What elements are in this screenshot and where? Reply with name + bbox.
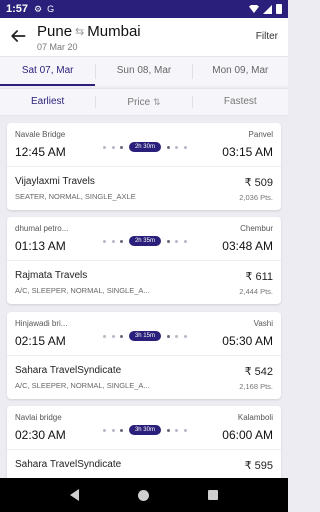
nav-recents-icon[interactable]	[208, 490, 219, 500]
operator-name: Sahara TravelSyndicate	[15, 365, 122, 376]
boarding-point: Hinjawadi bri...	[15, 319, 68, 328]
from-city: Pune	[37, 23, 73, 40]
duration-badge: 2h 35m	[128, 236, 161, 246]
bus-type-tags: A/C, SLEEPER, NORMAL, SINGLE_A...	[15, 286, 150, 295]
boarding-point: Navale Bridge	[15, 130, 66, 139]
arrival-time: 06:00 AM	[222, 428, 273, 442]
sort-fastest[interactable]: Fastest	[193, 89, 288, 115]
wifi-icon	[249, 5, 259, 13]
boarding-point: dhumal petro...	[15, 224, 69, 233]
dropping-point: Chembur	[240, 224, 273, 233]
dropping-point: Panvel	[248, 130, 273, 139]
sort-icon: ⇅	[153, 97, 161, 107]
bus-card[interactable]: Navlai bridge Kalamboli 02:30 AM 3h 30m …	[7, 406, 281, 478]
dropping-point: Kalamboli	[237, 413, 273, 422]
duration-indicator: 3h 15m	[103, 331, 187, 341]
route-title: Pune ⇆ Mumbai	[37, 23, 141, 40]
arrival-time: 03:15 AM	[222, 145, 273, 159]
boarding-point: Navlai bridge	[15, 413, 62, 422]
duration-indicator: 2h 30m	[103, 142, 187, 152]
to-city: Mumbai	[87, 23, 141, 40]
duration-badge: 2h 30m	[128, 142, 161, 152]
reward-points: 2,168 Pts.	[239, 382, 273, 391]
google-g-icon: G	[47, 4, 55, 14]
operator-name: Sahara TravelSyndicate	[15, 459, 122, 470]
nav-home-icon[interactable]	[137, 489, 149, 501]
fare: ₹ 595	[244, 460, 273, 472]
fare: ₹ 611	[245, 271, 273, 283]
departure-time: 12:45 AM	[15, 145, 66, 159]
status-bar: 1:57 ⚙ G	[0, 0, 288, 18]
bus-list: Navale Bridge Panvel 12:45 AM 2h 30m 03:…	[0, 116, 288, 478]
arrival-time: 05:30 AM	[222, 334, 273, 348]
dropping-point: Vashi	[253, 319, 273, 328]
signal-icon	[263, 4, 272, 14]
bus-card[interactable]: Navale Bridge Panvel 12:45 AM 2h 30m 03:…	[7, 123, 281, 210]
departure-time: 02:30 AM	[15, 428, 66, 442]
duration-indicator: 3h 30m	[103, 425, 187, 435]
bus-type-tags: SEATER, NORMAL, SINGLE_AXLE	[15, 192, 136, 201]
duration-indicator: 2h 35m	[103, 236, 187, 246]
departure-time: 02:15 AM	[15, 334, 66, 348]
date-tab-sun[interactable]: Sun 08, Mar	[96, 57, 191, 86]
reward-points: 2,036 Pts.	[239, 193, 273, 202]
fare: ₹ 542	[244, 366, 273, 378]
system-nav-bar	[0, 478, 288, 512]
arrival-time: 03:48 AM	[222, 239, 273, 253]
departure-time: 01:13 AM	[15, 239, 66, 253]
sort-tabs: Earliest Price ⇅ Fastest	[0, 88, 288, 116]
back-arrow-icon[interactable]	[8, 26, 28, 46]
date-tab-sat[interactable]: Sat 07, Mar	[0, 57, 96, 86]
sort-earliest[interactable]: Earliest	[0, 89, 95, 115]
nav-back-icon[interactable]	[69, 489, 79, 501]
operator-name: Rajmata Travels	[15, 270, 88, 281]
duration-badge: 3h 30m	[128, 425, 161, 435]
status-time: 1:57	[6, 3, 29, 15]
settings-gear-icon: ⚙	[34, 3, 43, 14]
bus-card[interactable]: Hinjawadi bri... Vashi 02:15 AM 3h 15m 0…	[7, 312, 281, 399]
filter-button[interactable]: Filter	[256, 31, 278, 42]
duration-badge: 3h 15m	[128, 331, 161, 341]
date-tab-mon[interactable]: Mon 09, Mar	[193, 57, 288, 86]
operator-name: Vijaylaxmi Travels	[15, 176, 95, 187]
sort-price[interactable]: Price ⇅	[96, 89, 191, 115]
date-tabs: Sat 07, Mar Sun 08, Mar Mon 09, Mar	[0, 56, 288, 86]
swap-arrows-icon: ⇆	[75, 26, 85, 38]
journey-date: 07 Mar 20	[37, 42, 78, 52]
app-header: Pune ⇆ Mumbai 07 Mar 20 Filter	[0, 18, 288, 56]
bus-card[interactable]: dhumal petro... Chembur 01:13 AM 2h 35m …	[7, 217, 281, 304]
reward-points: 2,444 Pts.	[239, 287, 273, 296]
fare: ₹ 509	[244, 177, 273, 189]
bus-type-tags: A/C, SLEEPER, NORMAL, SINGLE_A...	[15, 381, 150, 390]
battery-icon	[276, 4, 282, 14]
